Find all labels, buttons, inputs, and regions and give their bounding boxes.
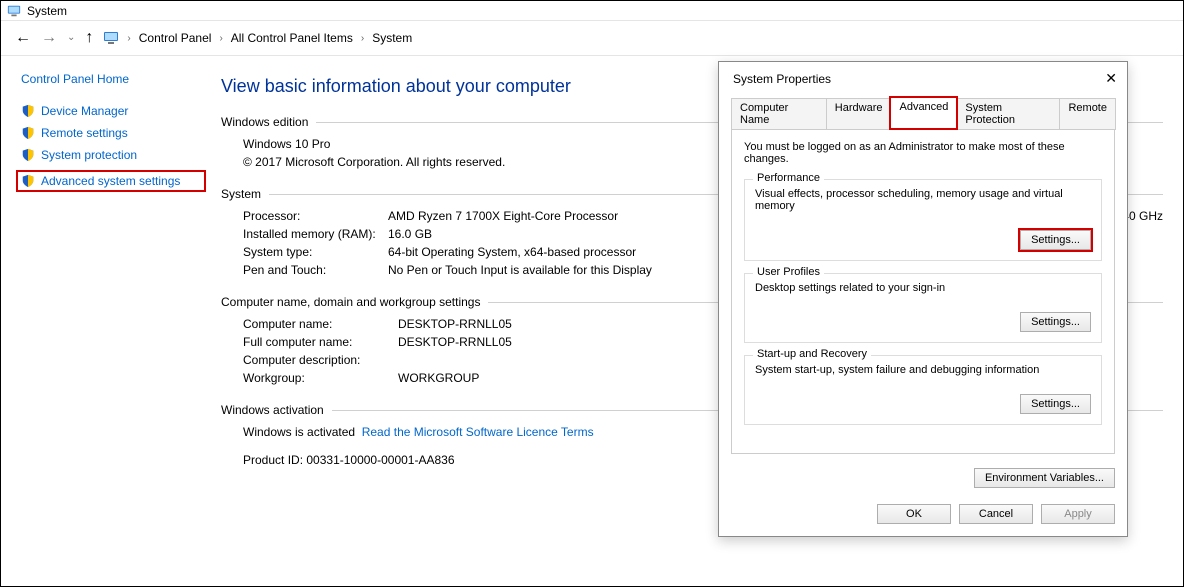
licence-terms-link[interactable]: Read the Microsoft Software Licence Term…	[362, 425, 594, 439]
group-user-profiles: User ProfilesDesktop settings related to…	[744, 273, 1102, 343]
recent-dropdown[interactable]: ⌄	[67, 33, 75, 43]
group-start-up-and-recovery: Start-up and RecoverySystem start-up, sy…	[744, 355, 1102, 425]
sidebar-link-advanced-system-settings[interactable]: Advanced system settings	[16, 170, 206, 192]
chevron-right-icon: ›	[219, 33, 222, 44]
ok-button[interactable]: OK	[877, 504, 951, 524]
activation-status: Windows is activated	[243, 425, 355, 439]
window-title: System	[27, 4, 67, 18]
breadcrumb-item[interactable]: All Control Panel Items	[231, 31, 353, 45]
dialog-tabs: Computer NameHardwareAdvancedSystem Prot…	[719, 97, 1127, 129]
breadcrumb-item[interactable]: Control Panel	[139, 31, 212, 45]
close-button[interactable]: ✕	[1105, 70, 1117, 87]
product-id-value: 00331-10000-00001-AA836	[306, 453, 454, 467]
group-performance: PerformanceVisual effects, processor sch…	[744, 179, 1102, 261]
copyright-text: © 2017 Microsoft Corporation. All rights…	[243, 155, 505, 169]
sidebar-link-label: Advanced system settings	[41, 174, 180, 188]
settings-button[interactable]: Settings...	[1020, 394, 1091, 414]
tab-advanced[interactable]: Advanced	[890, 97, 957, 129]
settings-button[interactable]: Settings...	[1020, 230, 1091, 250]
system-icon	[103, 30, 119, 46]
sidebar-link-system-protection[interactable]: System protection	[21, 148, 201, 162]
tab-remote[interactable]: Remote	[1059, 98, 1116, 130]
navbar: ← → ⌄ ↑ › Control Panel › All Control Pa…	[1, 21, 1183, 55]
back-button[interactable]: ←	[15, 30, 31, 46]
edition-name: Windows 10 Pro	[243, 137, 388, 151]
chevron-right-icon: ›	[361, 33, 364, 44]
dialog-title: System Properties	[733, 72, 831, 86]
system-properties-dialog: System Properties ✕ Computer NameHardwar…	[718, 61, 1128, 537]
apply-button: Apply	[1041, 504, 1115, 524]
sidebar-link-label: Device Manager	[41, 104, 128, 118]
breadcrumb-item[interactable]: System	[372, 31, 412, 45]
chevron-right-icon: ›	[127, 33, 130, 44]
sidebar-link-device-manager[interactable]: Device Manager	[21, 104, 201, 118]
sidebar-link-label: System protection	[41, 148, 137, 162]
breadcrumb[interactable]: › Control Panel › All Control Panel Item…	[103, 30, 412, 46]
sidebar-link-label: Remote settings	[41, 126, 128, 140]
tab-hardware[interactable]: Hardware	[826, 98, 892, 130]
tab-page-advanced: You must be logged on as an Administrato…	[731, 128, 1115, 454]
environment-variables-button[interactable]: Environment Variables...	[974, 468, 1115, 488]
admin-note: You must be logged on as an Administrato…	[744, 141, 1102, 165]
forward-button: →	[41, 30, 57, 46]
tab-computer-name[interactable]: Computer Name	[731, 98, 827, 130]
titlebar: System	[1, 1, 1183, 21]
control-panel-home-link[interactable]: Control Panel Home	[21, 72, 201, 86]
cancel-button[interactable]: Cancel	[959, 504, 1033, 524]
system-icon	[7, 4, 21, 18]
sidebar: Control Panel Home Device Manager Remote …	[1, 56, 211, 481]
tab-system-protection[interactable]: System Protection	[956, 98, 1060, 130]
sidebar-link-remote-settings[interactable]: Remote settings	[21, 126, 201, 140]
settings-button[interactable]: Settings...	[1020, 312, 1091, 332]
product-id-label: Product ID:	[243, 453, 303, 467]
up-button[interactable]: ↑	[85, 30, 93, 46]
